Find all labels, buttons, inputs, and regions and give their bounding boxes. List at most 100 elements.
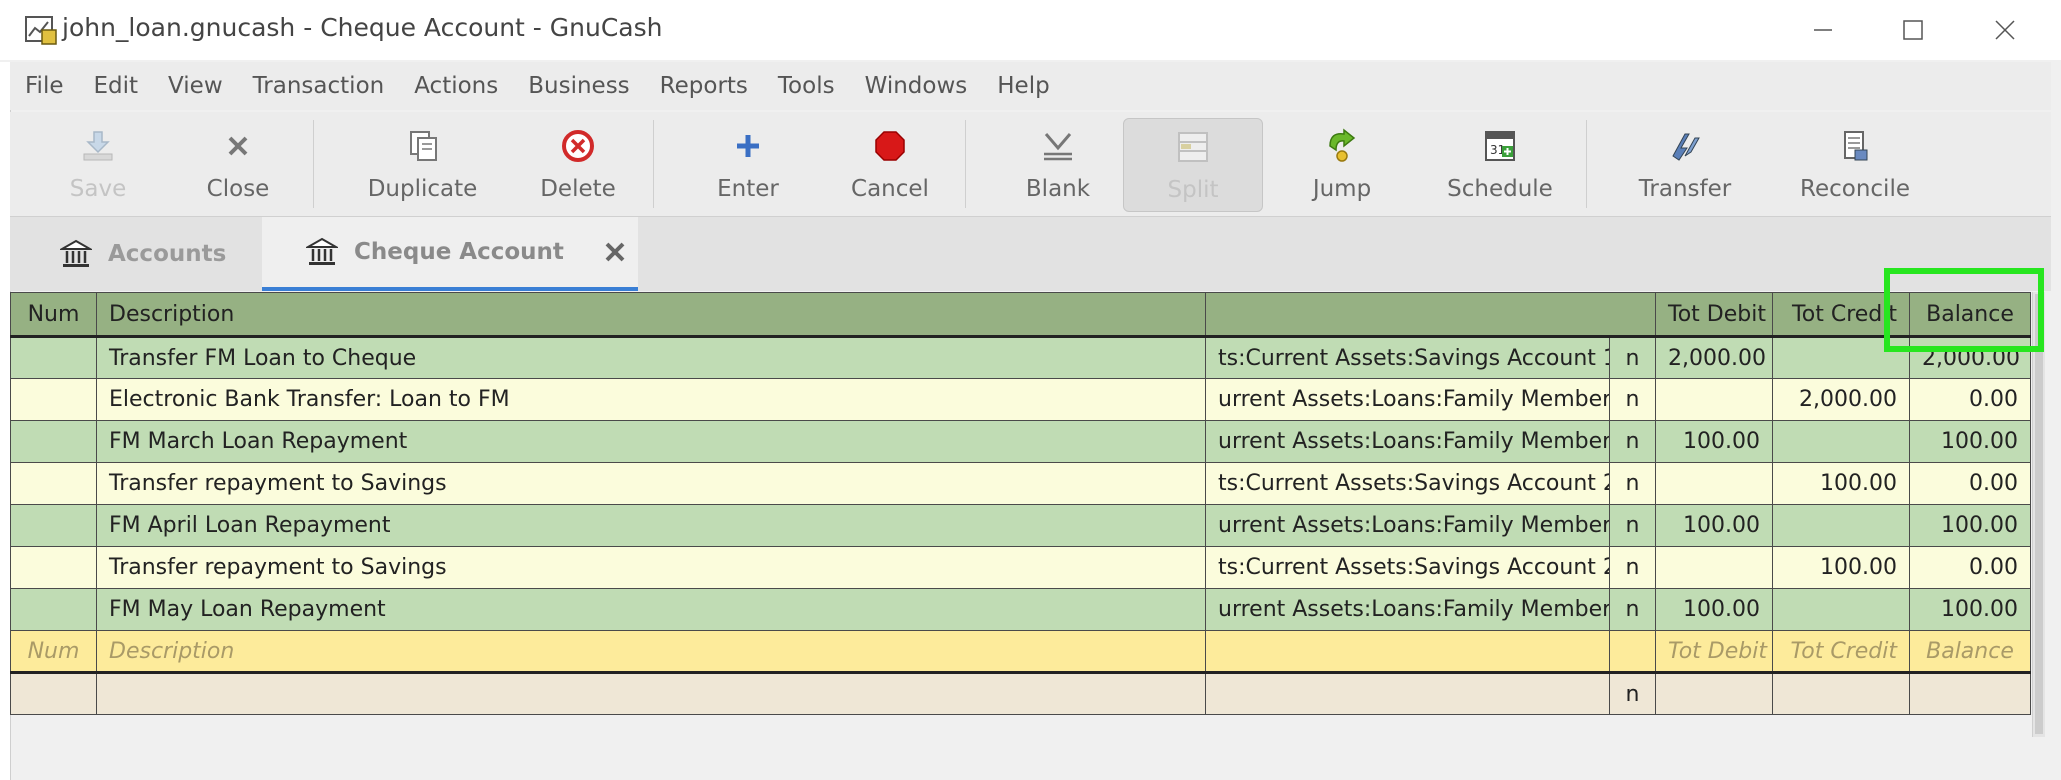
cell-description[interactable]: Electronic Bank Transfer: Loan to FM xyxy=(96,378,1206,421)
menu-tools[interactable]: Tools xyxy=(763,73,850,99)
cell-debit[interactable]: 100.00 xyxy=(1655,504,1773,547)
split-button[interactable]: Split xyxy=(1123,118,1263,212)
cell-transfer[interactable]: ts:Current Assets:Savings Account 2 xyxy=(1205,462,1610,505)
cell-transfer[interactable]: ts:Current Assets:Savings Account 2 xyxy=(1205,546,1610,589)
cell-reconciled[interactable]: n xyxy=(1609,420,1656,463)
header-tot-credit[interactable]: Tot Credit xyxy=(1772,292,1910,338)
header-transfer[interactable] xyxy=(1205,292,1656,338)
header-description[interactable]: Description xyxy=(96,292,1206,338)
maximize-button[interactable] xyxy=(1868,0,1958,60)
cell-credit[interactable] xyxy=(1772,588,1910,631)
split-reconciled[interactable]: n xyxy=(1609,672,1656,715)
scrollbar-thumb[interactable] xyxy=(2035,294,2043,734)
cell-num[interactable] xyxy=(10,504,97,547)
cell-credit[interactable] xyxy=(1772,420,1910,463)
cell-num[interactable] xyxy=(10,378,97,421)
cell-description[interactable]: FM April Loan Repayment xyxy=(96,504,1206,547)
cell-debit[interactable]: 100.00 xyxy=(1655,588,1773,631)
cell-debit[interactable] xyxy=(1655,462,1773,505)
table-row[interactable]: Electronic Bank Transfer: Loan to FM urr… xyxy=(10,378,2031,421)
cell-transfer[interactable]: urrent Assets:Loans:Family Member xyxy=(1205,588,1610,631)
split-debit[interactable] xyxy=(1655,672,1773,715)
cell-num[interactable] xyxy=(10,336,97,379)
table-row[interactable]: Transfer repayment to Savings ts:Current… xyxy=(10,546,2031,589)
menu-file[interactable]: File xyxy=(10,73,79,99)
menu-business[interactable]: Business xyxy=(513,73,644,99)
menu-edit[interactable]: Edit xyxy=(79,73,154,99)
tab-cheque-account[interactable]: Cheque Account xyxy=(262,217,638,291)
blank-button[interactable]: Blank xyxy=(998,118,1118,210)
reconcile-button[interactable]: Reconcile xyxy=(1780,118,1930,210)
split-description[interactable] xyxy=(96,672,1206,715)
split-transfer[interactable] xyxy=(1205,672,1610,715)
cell-debit[interactable] xyxy=(1655,546,1773,589)
minimize-button[interactable] xyxy=(1778,0,1868,60)
cell-num[interactable] xyxy=(10,588,97,631)
cell-transfer[interactable]: urrent Assets:Loans:Family Member xyxy=(1205,378,1610,421)
split-credit[interactable] xyxy=(1772,672,1910,715)
close-tab-icon[interactable] xyxy=(602,239,628,265)
menu-transaction[interactable]: Transaction xyxy=(238,73,400,99)
delete-button[interactable]: Delete xyxy=(518,118,638,210)
enter-button[interactable]: Enter xyxy=(688,118,808,210)
cell-description[interactable]: Transfer repayment to Savings xyxy=(96,546,1206,589)
cell-description[interactable]: Transfer FM Loan to Cheque xyxy=(96,336,1206,379)
transfer-button[interactable]: Transfer xyxy=(1620,118,1750,210)
cell-reconciled[interactable]: n xyxy=(1609,336,1656,379)
table-row[interactable]: Transfer repayment to Savings ts:Current… xyxy=(10,462,2031,505)
tab-accounts[interactable]: Accounts xyxy=(10,217,260,291)
cell-credit[interactable] xyxy=(1772,336,1910,379)
header-num[interactable]: Num xyxy=(10,292,97,338)
cell-credit[interactable]: 2,000.00 xyxy=(1772,378,1910,421)
cell-reconciled[interactable]: n xyxy=(1609,546,1656,589)
debit-input[interactable]: Tot Debit xyxy=(1655,630,1773,674)
table-row[interactable]: Transfer FM Loan to Cheque ts:Current As… xyxy=(10,336,2031,379)
cell-credit[interactable]: 100.00 xyxy=(1772,462,1910,505)
cell-description[interactable]: Transfer repayment to Savings xyxy=(96,462,1206,505)
menu-reports[interactable]: Reports xyxy=(645,73,763,99)
cell-credit[interactable] xyxy=(1772,504,1910,547)
cancel-button[interactable]: Cancel xyxy=(830,118,950,210)
cell-debit[interactable]: 2,000.00 xyxy=(1655,336,1773,379)
cell-num[interactable] xyxy=(10,420,97,463)
table-row[interactable]: FM May Loan Repayment urrent Assets:Loan… xyxy=(10,588,2031,631)
cell-debit[interactable]: 100.00 xyxy=(1655,420,1773,463)
cell-reconciled[interactable]: n xyxy=(1609,504,1656,547)
cell-reconciled[interactable]: n xyxy=(1609,378,1656,421)
header-balance[interactable]: Balance xyxy=(1909,292,2031,338)
menu-windows[interactable]: Windows xyxy=(850,73,983,99)
cell-reconciled[interactable]: n xyxy=(1609,462,1656,505)
cell-num[interactable] xyxy=(10,462,97,505)
close-window-button[interactable] xyxy=(1960,0,2050,60)
close-button[interactable]: Close xyxy=(178,118,298,210)
split-num[interactable] xyxy=(10,672,97,715)
jump-button[interactable]: Jump xyxy=(1282,118,1402,210)
menu-help[interactable]: Help xyxy=(982,73,1064,99)
save-button[interactable]: Save xyxy=(38,118,158,210)
num-input[interactable]: Num xyxy=(10,630,97,674)
credit-input[interactable]: Tot Credit xyxy=(1772,630,1910,674)
header-tot-debit[interactable]: Tot Debit xyxy=(1655,292,1773,338)
blank-transaction-row[interactable]: Num Description Tot Debit Tot Credit Bal… xyxy=(10,630,2031,674)
menu-actions[interactable]: Actions xyxy=(399,73,513,99)
duplicate-button[interactable]: Duplicate xyxy=(350,118,495,210)
cell-description[interactable]: FM March Loan Repayment xyxy=(96,420,1206,463)
cell-transfer[interactable]: ts:Current Assets:Savings Account 1 xyxy=(1205,336,1610,379)
cell-transfer[interactable]: urrent Assets:Loans:Family Member xyxy=(1205,504,1610,547)
cell-transfer[interactable]: urrent Assets:Loans:Family Member xyxy=(1205,420,1610,463)
cell-reconciled[interactable]: n xyxy=(1609,588,1656,631)
cell-debit[interactable] xyxy=(1655,378,1773,421)
reconciled-input[interactable] xyxy=(1609,630,1656,674)
tab-label: Accounts xyxy=(108,241,227,267)
vertical-scrollbar[interactable] xyxy=(2032,292,2045,737)
cell-credit[interactable]: 100.00 xyxy=(1772,546,1910,589)
split-row[interactable]: n xyxy=(10,672,2031,715)
cell-description[interactable]: FM May Loan Repayment xyxy=(96,588,1206,631)
table-row[interactable]: FM April Loan Repayment urrent Assets:Lo… xyxy=(10,504,2031,547)
transfer-input[interactable] xyxy=(1205,630,1610,674)
schedule-button[interactable]: 31 Schedule xyxy=(1430,118,1570,210)
cell-num[interactable] xyxy=(10,546,97,589)
table-row[interactable]: FM March Loan Repayment urrent Assets:Lo… xyxy=(10,420,2031,463)
menu-view[interactable]: View xyxy=(153,73,238,99)
description-input[interactable]: Description xyxy=(96,630,1206,674)
